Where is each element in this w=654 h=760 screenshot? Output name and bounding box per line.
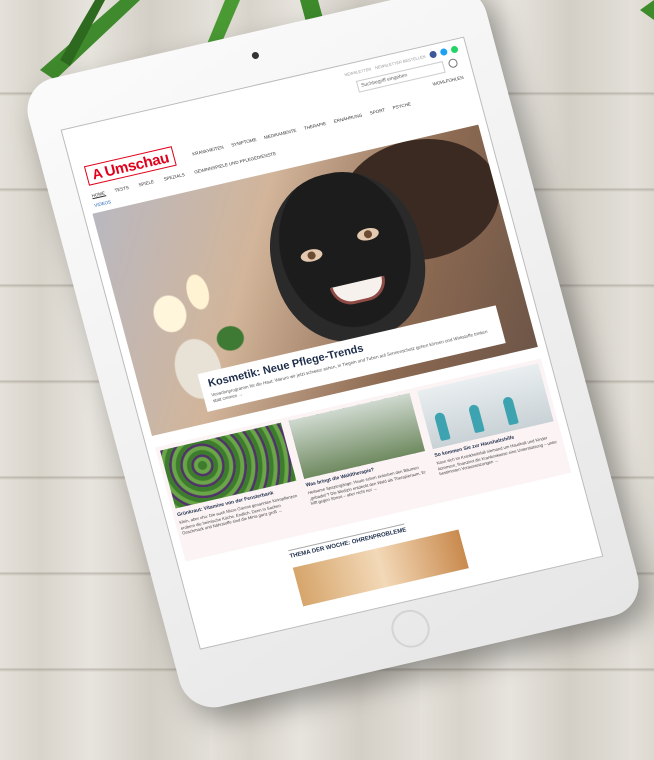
nav-item[interactable]: Sport [369,107,385,115]
smile [329,275,390,309]
eye [299,247,324,264]
facebook-icon[interactable] [428,50,438,59]
pharmacy-a-icon: A [90,164,104,183]
newsletter-link[interactable]: NEWSLETTER [344,66,372,77]
nav-item[interactable]: Ernährung [333,113,363,124]
sub-navigation-row2: Videos [94,199,112,208]
whatsapp-icon[interactable] [450,45,459,54]
theme-of-week-image[interactable] [292,529,469,607]
nav-item[interactable]: Symptome [231,137,257,148]
nav-item[interactable]: Medikamente [264,128,297,140]
microgreens-image [160,422,297,509]
palm-leaf [640,0,654,20]
nav-item[interactable]: Psyche [392,101,411,110]
home-button[interactable] [387,606,435,652]
eye [355,225,381,243]
household-help-image [417,363,554,450]
logo-text: Umschau [102,149,171,181]
nav-item-wohlfuehlen[interactable]: Wohlfühlen [432,75,464,87]
camera-icon [251,51,260,60]
tab-gewinnspiele[interactable]: Gewinnspiele und Pflegedienste [194,151,277,176]
tab-videos[interactable]: Videos [94,199,112,208]
article-card[interactable]: Grünkraut: Vitamine von der Fensterbank … [160,422,309,557]
forest-image [288,392,426,479]
tab-tests[interactable]: Tests [114,185,130,194]
article-card[interactable]: So kommen Sie zur Haushaltshilfe Kann si… [417,363,566,497]
article-card[interactable]: Was bringt die Waldtherapie? Heilsame Sp… [288,392,438,527]
person-figure [501,396,519,426]
tab-spiele[interactable]: Spiele [138,179,155,188]
tab-home[interactable]: Home [91,190,106,200]
nav-item[interactable]: Therapie [303,121,326,131]
tab-spezials[interactable]: Spezials [163,172,186,183]
person-figure [433,411,451,442]
nav-item[interactable]: Krankheiten [192,145,224,157]
person-figure [467,403,485,434]
twitter-icon[interactable] [439,47,449,57]
